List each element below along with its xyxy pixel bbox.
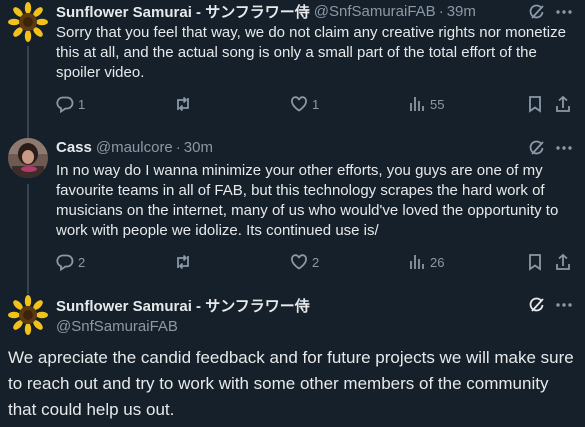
views-count: 26: [430, 254, 445, 270]
thread-line: [27, 46, 29, 130]
more-icon[interactable]: [555, 139, 573, 157]
tweet-header: Sunflower Samurai - サンフラワー侍 @SnfSamuraiF…: [56, 1, 476, 21]
separator: ·: [175, 138, 181, 156]
more-icon[interactable]: [555, 296, 573, 314]
tweet-1[interactable]: Sunflower Samurai - サンフラワー侍 @SnfSamuraiF…: [0, 0, 585, 130]
main-tweet-text: We apreciate the candid feedback and for…: [8, 348, 574, 419]
bookmark-button[interactable]: [526, 253, 544, 271]
reply-count: 2: [78, 254, 86, 270]
views-count: 55: [430, 96, 445, 112]
sunflower-avatar[interactable]: [8, 2, 48, 42]
retweet-button[interactable]: [174, 95, 192, 113]
thread-line: [27, 184, 29, 282]
timestamp[interactable]: 30m: [184, 139, 213, 156]
handle[interactable]: @SnfSamuraiFAB: [314, 3, 436, 20]
retweet-icon: [177, 96, 189, 112]
bookmark-icon: [529, 96, 541, 113]
views-icon: [410, 97, 424, 111]
display-name[interactable]: Sunflower Samurai - サンフラワー侍: [56, 295, 310, 316]
reply-count: 1: [78, 96, 86, 112]
handle[interactable]: @SnfSamuraiFAB: [56, 318, 178, 335]
display-name[interactable]: Cass: [56, 139, 92, 156]
tweet-header: Cass @maulcore · 30m: [56, 137, 213, 157]
reply-button[interactable]: 2: [56, 253, 85, 271]
like-icon: [291, 254, 307, 270]
tweet-header: Sunflower Samurai - サンフラワー侍: [56, 295, 310, 315]
tweet-text: In no way do I wanna minimize your other…: [56, 162, 559, 239]
reply-icon: [56, 96, 74, 113]
tweet-2[interactable]: Cass @maulcore · 30m In no way do I wann…: [0, 130, 585, 282]
share-icon: [556, 95, 570, 112]
timestamp[interactable]: 39m: [447, 3, 476, 20]
views-button[interactable]: 26: [408, 253, 444, 271]
grok-icon[interactable]: [528, 139, 546, 157]
sunflower-avatar[interactable]: [8, 295, 48, 335]
tweet-handle-row: @SnfSamuraiFAB: [56, 316, 178, 336]
share-icon: [556, 253, 570, 270]
tweet-actions: 2 2 26: [56, 253, 575, 273]
retweet-button[interactable]: [174, 253, 192, 271]
grok-icon[interactable]: [528, 296, 546, 314]
views-icon: [410, 255, 424, 269]
tweet-actions: 1 1 55: [56, 95, 575, 115]
separator: ·: [438, 2, 444, 20]
like-count: 1: [312, 96, 320, 112]
views-button[interactable]: 55: [408, 95, 444, 113]
handle[interactable]: @maulcore: [96, 139, 173, 156]
like-count: 2: [312, 254, 320, 270]
share-button[interactable]: [554, 253, 572, 271]
thread-line: [27, 130, 29, 138]
display-name[interactable]: Sunflower Samurai - サンフラワー侍: [56, 1, 310, 22]
share-button[interactable]: [554, 95, 572, 113]
user-avatar[interactable]: [8, 138, 48, 178]
bookmark-button[interactable]: [526, 95, 544, 113]
more-icon[interactable]: [555, 3, 573, 21]
thread-line: [27, 282, 29, 294]
like-button[interactable]: 2: [290, 253, 319, 271]
like-button[interactable]: 1: [290, 95, 319, 113]
like-icon: [291, 96, 307, 112]
retweet-icon: [177, 254, 189, 270]
reply-icon: [56, 254, 74, 271]
bookmark-icon: [529, 254, 541, 271]
grok-icon[interactable]: [528, 3, 546, 21]
tweet-text: Sorry that you feel that way, we do not …: [56, 24, 566, 81]
reply-button[interactable]: 1: [56, 95, 85, 113]
